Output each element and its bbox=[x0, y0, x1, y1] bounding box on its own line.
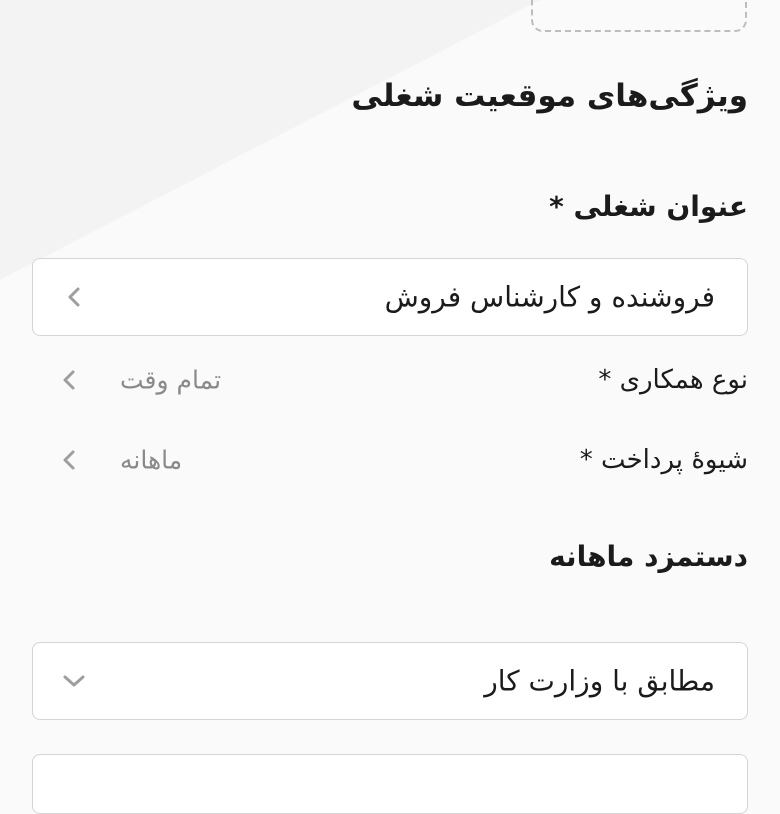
upload-dropzone[interactable] bbox=[531, 0, 747, 32]
section-title: ویژگی‌های موقعیت شغلی bbox=[351, 78, 748, 114]
chevron-down-icon bbox=[61, 668, 87, 694]
chevron-left-icon bbox=[56, 447, 82, 473]
job-title-value: فروشنده و کارشناس فروش bbox=[384, 280, 715, 314]
salary-select[interactable]: مطابق با وزارت کار bbox=[32, 642, 748, 720]
job-title-selector[interactable]: فروشنده و کارشناس فروش bbox=[32, 258, 748, 336]
cooperation-type-row[interactable]: نوع همکاری * تمام وقت bbox=[32, 354, 748, 406]
job-form: ویژگی‌های موقعیت شغلی عنوان شغلی * فروشن… bbox=[0, 0, 780, 814]
payment-method-value: ماهانه bbox=[120, 445, 183, 475]
salary-select-value: مطابق با وزارت کار bbox=[484, 664, 715, 698]
cooperation-type-label: نوع همکاری * bbox=[598, 365, 748, 395]
salary-amount-field[interactable] bbox=[32, 754, 748, 814]
chevron-left-icon bbox=[61, 284, 87, 310]
cooperation-type-value: تمام وقت bbox=[120, 365, 222, 395]
chevron-left-icon bbox=[56, 367, 82, 393]
payment-method-row[interactable]: شیوهٔ پرداخت * ماهانه bbox=[32, 434, 748, 486]
job-title-label: عنوان شغلی * bbox=[549, 190, 748, 223]
payment-method-label: شیوهٔ پرداخت * bbox=[579, 445, 748, 475]
salary-title: دستمزد ماهانه bbox=[549, 540, 748, 573]
